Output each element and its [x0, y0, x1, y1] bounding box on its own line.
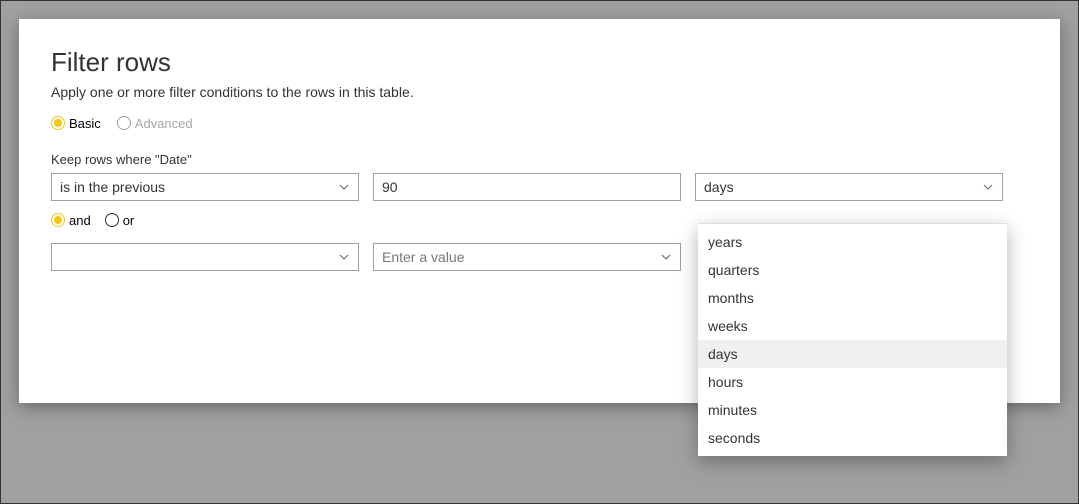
value-input-1[interactable]: 90 — [373, 173, 681, 201]
operator-1-value: is in the previous — [60, 179, 165, 195]
logic-and-radio[interactable]: and — [51, 213, 91, 227]
unit-option-minutes[interactable]: minutes — [698, 396, 1007, 424]
chevron-down-icon — [660, 251, 672, 263]
backdrop: Filter rows Apply one or more filter con… — [0, 0, 1079, 504]
unit-option-years[interactable]: years — [698, 228, 1007, 256]
chevron-down-icon — [338, 181, 350, 193]
unit-dropdown-panel: yearsquartersmonthsweeksdayshoursminutes… — [698, 223, 1007, 456]
chevron-down-icon — [338, 251, 350, 263]
chevron-down-icon — [982, 181, 994, 193]
condition-row-1: is in the previous 90 days — [51, 173, 1028, 201]
radio-icon — [105, 213, 119, 227]
unit-option-days[interactable]: days — [698, 340, 1007, 368]
dialog-title: Filter rows — [51, 47, 1028, 78]
logic-or-label: or — [123, 214, 135, 227]
value-input-2[interactable]: Enter a value — [373, 243, 681, 271]
operator-select-1[interactable]: is in the previous — [51, 173, 359, 201]
mode-radio-group: Basic Advanced — [51, 116, 1028, 130]
mode-advanced-label: Advanced — [135, 117, 193, 130]
mode-basic-radio[interactable]: Basic — [51, 116, 101, 130]
unit-option-hours[interactable]: hours — [698, 368, 1007, 396]
logic-or-radio[interactable]: or — [105, 213, 135, 227]
value-1-text: 90 — [382, 179, 398, 195]
mode-advanced-radio[interactable]: Advanced — [117, 116, 193, 130]
unit-option-months[interactable]: months — [698, 284, 1007, 312]
unit-1-value: days — [704, 179, 734, 195]
unit-option-quarters[interactable]: quarters — [698, 256, 1007, 284]
radio-icon — [117, 116, 131, 130]
keep-rows-label: Keep rows where "Date" — [51, 152, 1028, 167]
operator-select-2[interactable] — [51, 243, 359, 271]
value-2-placeholder: Enter a value — [382, 249, 465, 265]
radio-icon — [51, 213, 65, 227]
unit-option-seconds[interactable]: seconds — [698, 424, 1007, 452]
radio-icon — [51, 116, 65, 130]
unit-option-weeks[interactable]: weeks — [698, 312, 1007, 340]
dialog-subtitle: Apply one or more filter conditions to t… — [51, 84, 1028, 100]
logic-and-label: and — [69, 214, 91, 227]
unit-select-1[interactable]: days — [695, 173, 1003, 201]
mode-basic-label: Basic — [69, 117, 101, 130]
